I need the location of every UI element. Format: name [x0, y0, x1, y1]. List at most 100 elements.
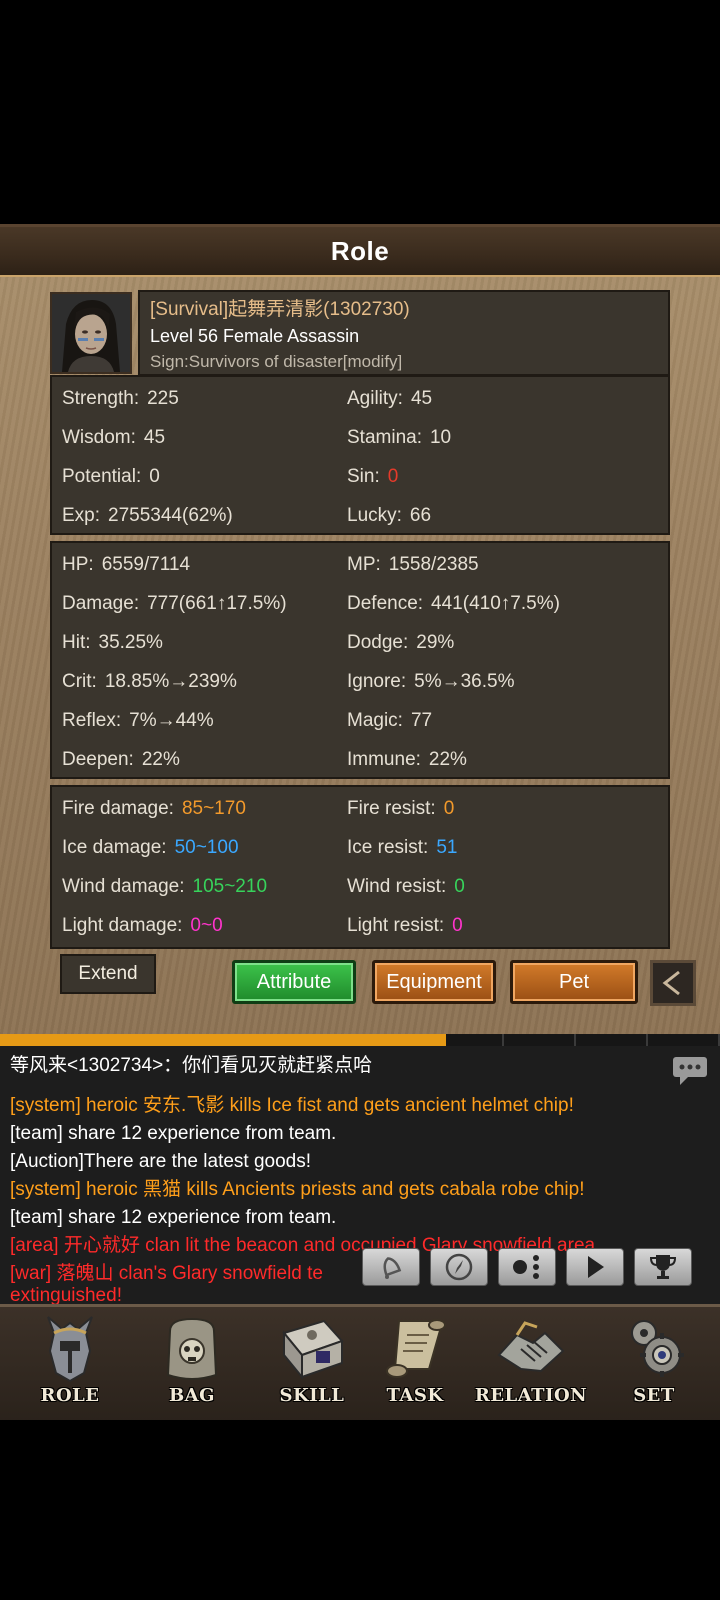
fire-resist-label: Fire resist: — [347, 797, 436, 819]
menu-role-label: ROLE — [40, 1385, 100, 1406]
dodge-label: Dodge: — [347, 631, 409, 653]
ice-damage-label: Ice damage: — [62, 836, 167, 858]
compass-button[interactable] — [430, 1248, 488, 1286]
ignore-label: Ignore: — [347, 670, 407, 692]
agility-label: Agility: — [347, 387, 403, 409]
stat-row: Light damage: 0~0 Light resist: 0 — [62, 906, 658, 945]
lucky-value: 66 — [409, 504, 432, 526]
title-bar: Role — [0, 227, 720, 277]
gear-icon — [614, 1311, 694, 1385]
menu-task[interactable]: TASK — [370, 1311, 460, 1419]
more-dots-icon — [513, 1255, 539, 1279]
character-sign[interactable]: Sign:Survivors of disaster[modify] — [150, 349, 658, 374]
menu-task-label: TASK — [386, 1385, 444, 1406]
hp-value: 6559/7114 — [101, 553, 191, 575]
trophy-icon — [649, 1255, 677, 1279]
chat-line: [team] share 12 experience from team. — [10, 1207, 337, 1228]
bell-button[interactable] — [362, 1248, 420, 1286]
dots-button[interactable] — [498, 1248, 556, 1286]
deepen-value: 22% — [141, 748, 180, 770]
defence-value: 441(410↑7.5%) — [431, 592, 560, 614]
light-damage-value: 0~0 — [190, 914, 223, 936]
character-name: [Survival]起舞弄清影(1302730) — [150, 299, 410, 320]
ice-resist-value: 51 — [436, 836, 458, 858]
element-stats-box: Fire damage: 85~170 Fire resist: 0 Ice dam… — [50, 785, 670, 949]
stat-row: HP: 6559/7114 MP: 1558/2385 — [62, 545, 658, 584]
menu-relation[interactable]: RELATION — [466, 1311, 596, 1419]
immune-value: 22% — [428, 748, 467, 770]
stat-row: Wisdom: 45 Stamina: 10 — [62, 418, 658, 457]
stamina-value: 10 — [429, 426, 452, 448]
helmet-icon — [30, 1311, 110, 1385]
damage-label: Damage: — [62, 592, 140, 614]
role-panel: Role [Survival]起舞弄清影(1302730) Level 56 F… — [0, 224, 720, 1037]
extend-button[interactable]: Extend — [60, 954, 156, 994]
strength-label: Strength: — [62, 387, 140, 409]
dodge-value: 29% — [416, 631, 455, 653]
bell-icon — [383, 1257, 402, 1279]
chat-line: [team] share 12 experience from team. — [10, 1123, 337, 1144]
chat-bubble-icon[interactable] — [672, 1056, 708, 1085]
fire-resist-value: 0 — [443, 797, 455, 819]
strength-value: 225 — [147, 387, 179, 409]
back-button[interactable] — [650, 960, 696, 1006]
chat-line: [system] heroic 黑猫 kills Ancients priest… — [10, 1179, 585, 1200]
potential-value: 0 — [149, 465, 160, 487]
lucky-label: Lucky: — [347, 504, 402, 526]
progress-fill — [0, 1034, 447, 1046]
light-resist-value: 0 — [452, 914, 463, 936]
menu-role[interactable]: ROLE — [20, 1311, 120, 1419]
play-button[interactable] — [566, 1248, 624, 1286]
skill-book-icon — [272, 1311, 352, 1385]
wind-resist-label: Wind resist: — [347, 875, 447, 897]
profile-info: [Survival]起舞弄清影(1302730) Level 56 Female… — [138, 290, 670, 376]
stamina-label: Stamina: — [347, 426, 422, 448]
stat-row: Damage: 777(661↑17.5%) Defence: 441(410↑7.… — [62, 584, 658, 623]
stat-row: Potential: 0 Sin: 0 — [62, 457, 658, 496]
tab-attribute[interactable]: Attribute — [232, 960, 356, 1004]
page-title: Role — [330, 235, 390, 266]
stat-row: Hit: 35.25% Dodge: 29% — [62, 623, 658, 662]
menu-bag[interactable]: BAG — [142, 1311, 242, 1419]
bottom-empty-area — [0, 1420, 720, 1600]
stat-row: Reflex: 7%→44% Magic: 77 — [62, 701, 658, 740]
hp-label: HP: — [62, 553, 94, 575]
stat-row: Fire damage: 85~170 Fire resist: 0 — [62, 789, 658, 828]
experience-progress-bar — [0, 1034, 720, 1046]
light-resist-label: Light resist: — [347, 914, 445, 936]
avatar[interactable] — [50, 292, 132, 374]
menu-set[interactable]: SET — [604, 1311, 704, 1419]
handshake-icon — [491, 1311, 571, 1385]
trophy-button[interactable] — [634, 1248, 692, 1286]
fire-damage-label: Fire damage: — [62, 797, 174, 819]
magic-label: Magic: — [347, 709, 403, 731]
magic-value: 77 — [410, 709, 433, 731]
avatar-portrait-icon — [52, 294, 130, 372]
immune-label: Immune: — [347, 748, 421, 770]
stat-row: Strength: 225 Agility: 45 — [62, 379, 658, 418]
mp-value: 1558/2385 — [388, 553, 479, 575]
compass-icon — [445, 1253, 473, 1281]
mp-label: MP: — [347, 553, 381, 575]
top-empty-area — [0, 0, 720, 224]
tab-equipment[interactable]: Equipment — [372, 960, 496, 1004]
stat-row: Ice damage: 50~100 Ice resist: 51 — [62, 828, 658, 867]
menu-skill[interactable]: SKILL — [262, 1311, 362, 1419]
menu-bag-label: BAG — [168, 1385, 216, 1406]
sin-value: 0 — [387, 465, 399, 487]
bag-icon — [152, 1311, 232, 1385]
defence-label: Defence: — [347, 592, 424, 614]
exp-label: Exp: — [62, 504, 101, 526]
hit-label: Hit: — [62, 631, 91, 653]
tab-pet[interactable]: Pet — [510, 960, 638, 1004]
agility-value: 45 — [410, 387, 433, 409]
stat-row: Exp: 2755344(62%) Lucky: 66 — [62, 496, 658, 535]
bottom-menu: ROLE BAG SKILL TASK RELATION SET — [0, 1304, 720, 1423]
deepen-label: Deepen: — [62, 748, 134, 770]
menu-skill-label: SKILL — [279, 1385, 345, 1406]
chat-line: [system] heroic 安东.飞影 kills Ice fist and… — [10, 1095, 574, 1116]
crit-value: 18.85%→239% — [104, 670, 237, 692]
damage-value: 777(661↑17.5%) — [147, 592, 287, 614]
wind-damage-label: Wind damage: — [62, 875, 185, 897]
base-stats-box: Strength: 225 Agility: 45 Wisdom: 45 Stamin… — [50, 375, 670, 535]
